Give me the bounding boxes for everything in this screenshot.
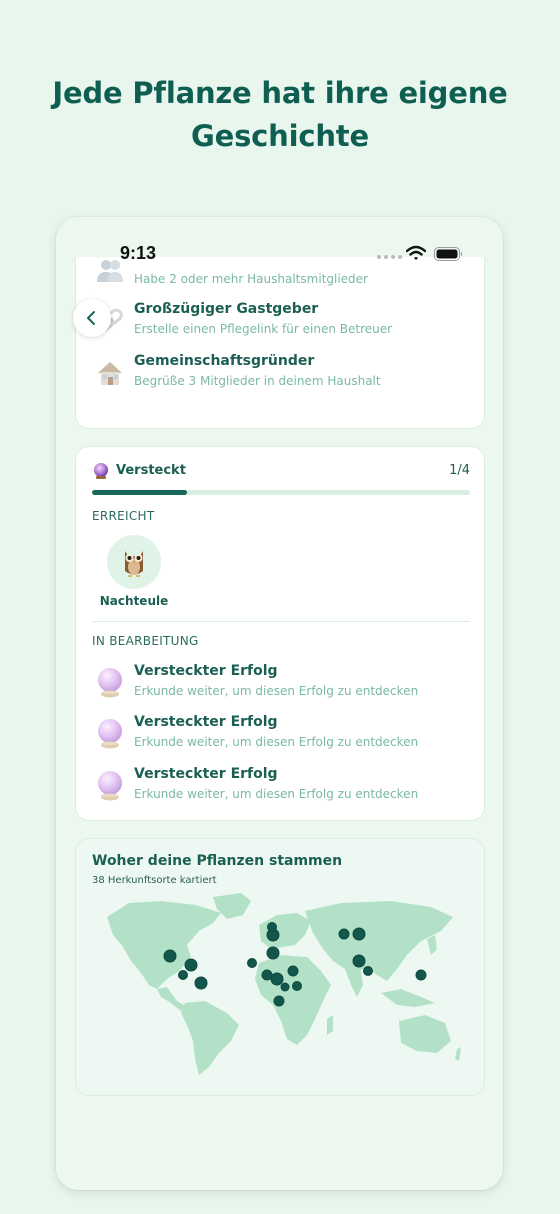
signal-dots-icon [377,255,402,259]
achieved-section-label: ERREICHT [92,509,155,523]
headline-line-2: Geschichte [191,119,369,153]
category-title: Versteckt [116,463,186,478]
achievement-description: Begrüße 3 Mitglieder in deinem Haushalt [134,374,381,388]
origin-marker[interactable] [261,969,273,981]
back-button[interactable] [73,299,111,337]
achievement-item: Versteckter Erfolg Erkunde weiter, um di… [92,766,472,806]
origin-marker[interactable] [163,949,177,963]
achievement-badge[interactable] [107,535,161,589]
achievement-title: Versteckter Erfolg [134,766,278,782]
category-progress-bar [92,490,470,495]
wifi-icon [406,245,426,260]
status-bar: 9:13 [56,217,503,287]
origin-marker[interactable] [415,969,427,981]
in-progress-section-label: IN BEARBEITUNG [92,634,199,648]
origin-marker[interactable] [270,972,284,986]
achievement-item: Versteckter Erfolg Erkunde weiter, um di… [92,663,472,703]
origin-marker[interactable] [247,958,257,968]
achievement-item: Versteckter Erfolg Erkunde weiter, um di… [92,714,472,754]
origin-marker[interactable] [273,995,285,1007]
plant-origins-card: Woher deine Pflanzen stammen 38 Herkunft… [75,838,485,1096]
headline-line-1: Jede Pflanze hat ihre eigene [52,76,508,110]
status-time: 9:13 [120,243,157,263]
achievement-item: Großzügiger Gastgeber Erstelle einen Pfl… [92,301,472,341]
map-title: Woher deine Pflanzen stammen [92,853,343,869]
origin-marker[interactable] [194,976,208,990]
crystal-ball-icon [94,463,108,479]
origin-marker[interactable] [267,922,277,932]
crystal-ball-icon [92,716,128,752]
achievement-item: Gemeinschaftsgründer Begrüße 3 Mitgliede… [92,353,472,393]
category-progress-fill [92,490,187,495]
category-progress-count: 1/4 [449,463,470,478]
crystal-ball-icon [92,665,128,701]
hidden-achievements-card: Versteckt 1/4 ERREICHT Nachteule IN BEAR… [75,446,485,821]
crystal-ball-icon [92,768,128,804]
achievement-description: Erkunde weiter, um diesen Erfolg zu entd… [134,735,419,749]
origin-marker[interactable] [352,927,366,941]
achievement-description: Erstelle einen Pflegelink für einen Betr… [134,322,393,336]
achievement-title: Gemeinschaftsgründer [134,353,315,369]
origin-marker[interactable] [338,928,350,940]
achievement-title: Großzügiger Gastgeber [134,301,319,317]
achievement-badge-label: Nachteule [99,594,169,608]
phone-screen: Habe 2 oder mehr Haushaltsmitglieder Gro… [56,217,503,1190]
headline: Jede Pflanze hat ihre eigene Geschichte [0,72,560,158]
origin-marker[interactable] [287,965,299,977]
origin-marker[interactable] [184,958,198,972]
achievement-title: Versteckter Erfolg [134,663,278,679]
world-map[interactable] [101,889,461,1079]
origin-marker[interactable] [178,970,188,980]
achievement-title: Versteckter Erfolg [134,714,278,730]
achievement-description: Erkunde weiter, um diesen Erfolg zu entd… [134,787,419,801]
map-subtitle: 38 Herkunftsorte kartiert [92,875,217,886]
origin-marker[interactable] [363,966,373,976]
house-icon [92,355,128,391]
chevron-left-icon [87,311,95,325]
owl-icon [125,551,143,577]
origin-marker[interactable] [292,981,302,991]
origin-marker[interactable] [352,954,366,968]
category-header: Versteckt 1/4 [92,463,470,481]
divider [92,621,470,622]
origin-marker[interactable] [266,946,280,960]
origin-marker[interactable] [280,982,290,992]
achievement-description: Erkunde weiter, um diesen Erfolg zu entd… [134,684,419,698]
battery-icon [434,247,463,261]
